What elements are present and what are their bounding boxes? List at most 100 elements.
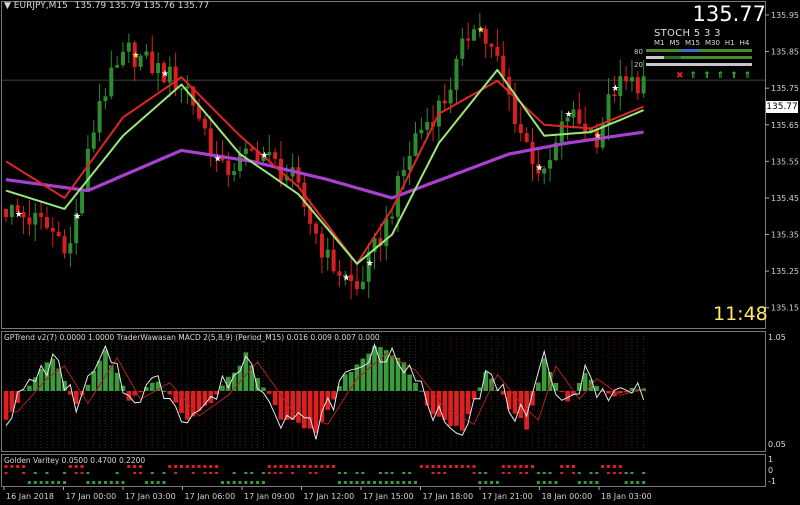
golden-dot	[279, 465, 283, 468]
golden-dot	[571, 465, 575, 468]
golden-dot	[314, 472, 318, 474]
macd-bar	[220, 385, 225, 391]
macd-bar	[196, 391, 202, 411]
arrow-up-icon: ⇑	[716, 71, 725, 81]
golden-dot	[109, 481, 113, 484]
golden-dot	[22, 472, 26, 474]
y-tick-label: 135.15	[771, 304, 799, 313]
candle-body	[360, 281, 365, 290]
golden-dot	[209, 465, 213, 468]
candle-body	[530, 141, 535, 165]
candle-body	[126, 42, 131, 52]
macd-bar	[559, 391, 565, 392]
subwindow1-scale-top: 1.05	[768, 333, 786, 342]
stoch-bar-cell	[663, 56, 682, 59]
golden-dot	[618, 465, 622, 468]
arrow-up-icon: ⇑	[743, 71, 752, 81]
candle-body	[460, 38, 465, 59]
signal-star: ★	[565, 110, 573, 120]
golden-dot	[16, 465, 20, 468]
golden-dot	[209, 472, 213, 474]
candle-body	[185, 86, 190, 89]
macd-bar	[261, 387, 266, 391]
golden-dot	[197, 465, 201, 468]
golden-dot	[139, 465, 143, 468]
macd-bar	[401, 362, 407, 391]
y-tick-label: 135.65	[771, 121, 799, 130]
stoch-bar-cell	[663, 49, 682, 52]
golden-dot	[308, 465, 312, 468]
macd-bar	[185, 391, 190, 420]
stoch-level-20: 20	[634, 61, 643, 69]
golden-dot	[150, 472, 154, 474]
macd-bar	[483, 371, 488, 391]
macd-bar	[331, 391, 336, 400]
stoch-bar-cell	[734, 49, 753, 52]
macd-bar	[454, 391, 459, 426]
golden-dot	[472, 472, 476, 474]
golden-dot	[343, 481, 347, 484]
golden-dot	[4, 472, 8, 474]
candle-body	[50, 227, 55, 232]
candle-body	[355, 281, 359, 290]
candle-body	[559, 121, 564, 143]
stoch-bar-cell	[716, 56, 735, 59]
trading-terminal: ★ ★ ★ ★ ★ ★ ★ ★ ★ ★ ★ ★ ★ 135.15 135.25 135.35 135.45 13…	[0, 0, 800, 505]
stoch-timeframe-label: M15	[685, 39, 700, 47]
candle-body	[425, 122, 430, 130]
golden-dot	[133, 472, 137, 474]
golden-dot	[449, 465, 453, 468]
stoch-panel: STOCH 5 3 3 M1 M5 M15 M30 H1 H4 80 20 ✖ ⇑ ⇑ ⇑ ⇑ ⇑	[632, 28, 754, 84]
stoch-bar-cell	[663, 63, 682, 66]
signal-star: ★	[73, 212, 81, 222]
candle-body	[325, 249, 330, 258]
golden-dot	[601, 465, 605, 468]
golden-dot	[33, 472, 37, 474]
candle-body	[390, 216, 395, 219]
macd-bar	[536, 382, 541, 391]
macd-bar	[407, 374, 412, 391]
golden-dot	[139, 472, 143, 474]
candle-body	[226, 160, 231, 176]
golden-dot	[115, 472, 119, 474]
macd-bar	[460, 391, 465, 431]
stoch-bar-cell	[681, 56, 700, 59]
stoch-bar-cell	[646, 63, 664, 66]
golden-dot	[408, 472, 412, 474]
golden-dot	[326, 465, 330, 468]
golden-dot	[630, 481, 634, 484]
golden-dot	[560, 465, 564, 468]
dropdown-triangle-icon[interactable]: ▼	[4, 1, 11, 11]
stoch-bar-cell	[646, 49, 664, 52]
signal-star: ★	[161, 70, 169, 80]
macd-bar	[594, 385, 600, 391]
candle-body	[466, 38, 471, 41]
candle-body	[109, 67, 114, 97]
stoch-timeframe-label: M30	[704, 39, 720, 47]
golden-dot	[490, 481, 494, 484]
golden-dot	[378, 472, 382, 474]
golden-dot	[501, 465, 505, 468]
golden-dot	[595, 472, 599, 474]
stoch-timeframe-label: M1	[654, 39, 665, 47]
golden-dot	[402, 472, 406, 474]
macd-bar	[372, 346, 377, 391]
macd-bar	[44, 362, 50, 391]
subwindow2-scale-top: 1	[768, 455, 774, 464]
golden-dot	[583, 481, 587, 484]
x-tick-label: 17 Jan 15:00	[363, 492, 414, 501]
golden-dot	[291, 465, 295, 468]
golden-dot	[484, 481, 488, 484]
golden-dot	[566, 465, 570, 468]
golden-dot	[355, 481, 359, 484]
candle-body	[413, 133, 418, 156]
golden-dot	[349, 481, 353, 484]
golden-dot	[191, 472, 195, 474]
golden-dot	[595, 481, 599, 484]
golden-dot	[472, 465, 476, 468]
golden-dot	[232, 481, 236, 484]
quote-values: 135.79 135.79 135.76 135.77	[74, 1, 210, 11]
candle-body	[331, 249, 336, 272]
macd-bar	[582, 373, 588, 391]
candle-body	[606, 94, 611, 124]
